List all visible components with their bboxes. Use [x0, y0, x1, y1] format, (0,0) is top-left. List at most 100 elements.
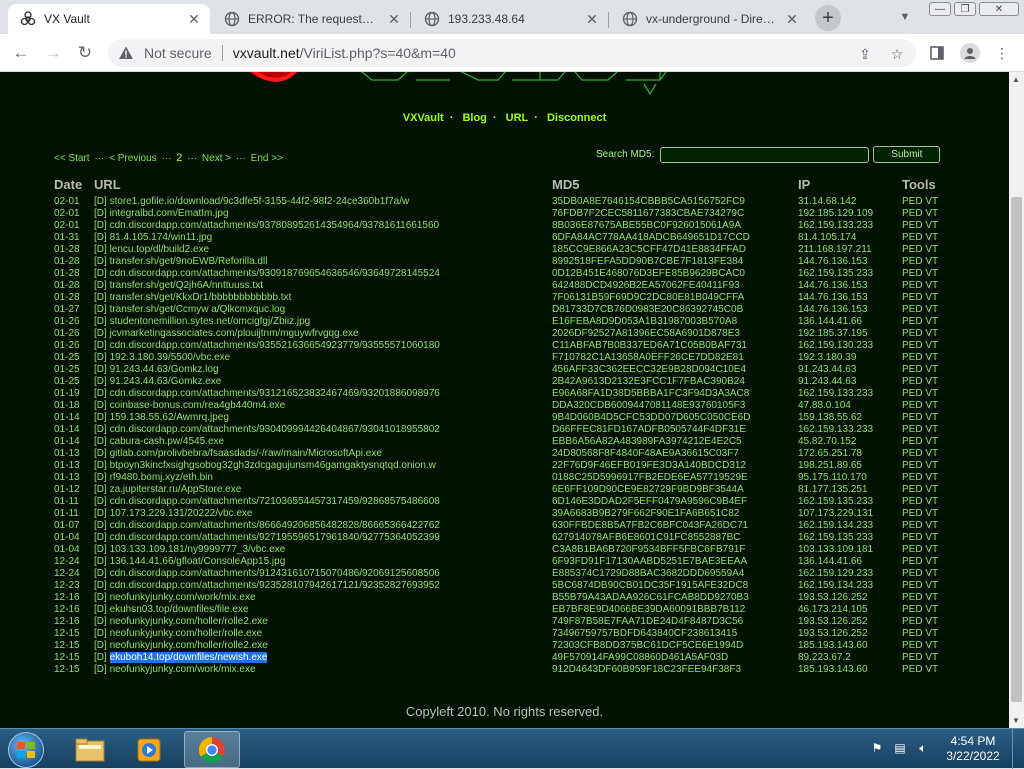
row-url-link[interactable]: 136.144.41.66/gfloat/ConsoleApp15.jpg	[110, 556, 286, 567]
row-tools-links[interactable]: PED VT	[902, 376, 938, 388]
row-url-link[interactable]: cabura-cash.pw/4545.exe	[110, 436, 225, 447]
row-tools-links[interactable]: PED VT	[902, 652, 938, 664]
row-download-link[interactable]: [D]	[94, 628, 107, 639]
pager-start-link[interactable]: << Start	[54, 153, 90, 164]
volume-icon[interactable]: 🔈︎	[914, 739, 932, 757]
tab-search-chevron-icon[interactable]: ▼	[897, 9, 913, 25]
address-bar[interactable]: Not secure vxvault.net/ViriList.php?s=40…	[108, 39, 916, 67]
row-url-link[interactable]: integralbd.com/EmatIm.jpg	[110, 208, 229, 219]
row-url-link[interactable]: coinbase-bonus.com/rea4gb440m4.exe	[110, 400, 286, 411]
row-tools-links[interactable]: PED VT	[902, 496, 938, 508]
share-icon[interactable]: ⇪	[857, 46, 873, 62]
row-download-link[interactable]: [D]	[94, 292, 107, 303]
menu-kebab-icon[interactable]: ⋮	[992, 43, 1012, 63]
row-download-link[interactable]: [D]	[94, 568, 107, 579]
close-tab-icon[interactable]: ✕	[386, 11, 402, 27]
bookmark-star-icon[interactable]: ☆	[889, 46, 905, 62]
row-download-link[interactable]: [D]	[94, 544, 107, 555]
row-url-link[interactable]: transfer.sh/get/Ccmyw a/Qlkcmxquc.log	[110, 304, 286, 315]
row-tools-links[interactable]: PED VT	[902, 424, 938, 436]
row-url-link[interactable]: 192.3.180.39/5500/vbc.exe	[110, 352, 231, 363]
row-url-link[interactable]: cdn.discordapp.com/attachments/912431610…	[110, 568, 440, 579]
row-tools-links[interactable]: PED VT	[902, 580, 938, 592]
scrollbar-thumb[interactable]	[1011, 197, 1022, 702]
row-url-link[interactable]: neofunkyjunky.com/holler/rolle2.exe	[110, 640, 268, 651]
row-tools-links[interactable]: PED VT	[902, 292, 938, 304]
row-download-link[interactable]: [D]	[94, 244, 107, 255]
row-tools-links[interactable]: PED VT	[902, 400, 938, 412]
taskbar-explorer[interactable]	[62, 731, 118, 768]
row-download-link[interactable]: [D]	[94, 256, 107, 267]
row-tools-links[interactable]: PED VT	[902, 436, 938, 448]
row-download-link[interactable]: [D]	[94, 328, 107, 339]
row-tools-links[interactable]: PED VT	[902, 472, 938, 484]
row-url-link[interactable]: cdn.discordapp.com/attachments/721036554…	[110, 496, 440, 507]
row-url-link[interactable]: store1.gofile.io/download/9c3dfe5f-3155-…	[110, 196, 410, 207]
row-url-link[interactable]: cdn.discordapp.com/attachments/935521636…	[110, 340, 440, 351]
row-tools-links[interactable]: PED VT	[902, 664, 938, 676]
windows-start-button[interactable]	[8, 732, 44, 768]
row-url-link[interactable]: transfer.sh/get/9noEWB/Reforilla.dll	[110, 256, 268, 267]
row-url-link[interactable]: rf9480.bomj.xyz/eth.bin	[110, 472, 213, 483]
row-download-link[interactable]: [D]	[94, 520, 107, 531]
pager-next-link[interactable]: Next >	[202, 153, 231, 164]
row-tools-links[interactable]: PED VT	[902, 568, 938, 580]
row-download-link[interactable]: [D]	[94, 412, 107, 423]
maximize-icon[interactable]: ❐	[954, 2, 976, 16]
row-download-link[interactable]: [D]	[94, 664, 107, 675]
row-download-link[interactable]: [D]	[94, 352, 107, 363]
row-tools-links[interactable]: PED VT	[902, 616, 938, 628]
row-download-link[interactable]: [D]	[94, 616, 107, 627]
row-url-link[interactable]: 91.243.44.63/Gomkz.exe	[110, 376, 222, 387]
row-tools-links[interactable]: PED VT	[902, 208, 938, 220]
row-tools-links[interactable]: PED VT	[902, 484, 938, 496]
row-url-link[interactable]: 91.243.44.63/Gomkz.log	[110, 364, 219, 375]
row-tools-links[interactable]: PED VT	[902, 196, 938, 208]
taskbar-media-player[interactable]	[122, 731, 178, 768]
row-tools-links[interactable]: PED VT	[902, 364, 938, 376]
back-arrow-icon[interactable]: ←	[10, 42, 32, 64]
row-url-link[interactable]: 107.173.229.131/20222/vbc.exe	[110, 508, 253, 519]
system-clock[interactable]: 4:54 PM 3/22/2022	[940, 734, 1006, 764]
warning-icon[interactable]	[118, 45, 134, 61]
row-url-link[interactable]: cdn.discordapp.com/attachments/927195596…	[110, 532, 440, 543]
network-icon[interactable]: ▤	[891, 739, 909, 757]
row-url-link[interactable]: 159.138.55.62/Awmrq.jpeg	[110, 412, 229, 423]
row-url-link[interactable]: cdn.discordapp.com/attachments/937808952…	[110, 220, 440, 231]
close-window-icon[interactable]: ✕	[979, 2, 1019, 16]
md5-search-input[interactable]	[660, 146, 870, 163]
row-tools-links[interactable]: PED VT	[902, 604, 938, 616]
page-scrollbar[interactable]: ▲ ▼	[1009, 72, 1024, 728]
row-download-link[interactable]: [D]	[94, 280, 107, 291]
row-download-link[interactable]: [D]	[94, 376, 107, 387]
pager-previous-link[interactable]: < Previous	[109, 153, 157, 164]
row-tools-links[interactable]: PED VT	[902, 388, 938, 400]
profile-avatar-icon[interactable]	[960, 43, 980, 63]
row-tools-links[interactable]: PED VT	[902, 544, 938, 556]
scroll-up-arrow-icon[interactable]: ▲	[1012, 75, 1020, 84]
taskbar-chrome[interactable]	[184, 731, 240, 768]
row-tools-links[interactable]: PED VT	[902, 256, 938, 268]
row-tools-links[interactable]: PED VT	[902, 328, 938, 340]
row-tools-links[interactable]: PED VT	[902, 556, 938, 568]
row-download-link[interactable]: [D]	[94, 208, 107, 219]
row-tools-links[interactable]: PED VT	[902, 244, 938, 256]
row-tools-links[interactable]: PED VT	[902, 268, 938, 280]
row-tools-links[interactable]: PED VT	[902, 532, 938, 544]
nav-link-url[interactable]: URL	[506, 112, 529, 124]
row-tools-links[interactable]: PED VT	[902, 628, 938, 640]
row-url-link[interactable]: cdn.discordapp.com/attachments/931216523…	[110, 388, 440, 399]
row-tools-links[interactable]: PED VT	[902, 280, 938, 292]
row-download-link[interactable]: [D]	[94, 592, 107, 603]
close-tab-icon[interactable]: ✕	[584, 11, 600, 27]
row-download-link[interactable]: [D]	[94, 532, 107, 543]
action-center-flag-icon[interactable]: ⚑	[868, 739, 886, 757]
reload-icon[interactable]: ↻	[74, 42, 96, 64]
row-download-link[interactable]: [D]	[94, 424, 107, 435]
row-tools-links[interactable]: PED VT	[902, 508, 938, 520]
row-tools-links[interactable]: PED VT	[902, 220, 938, 232]
row-tools-links[interactable]: PED VT	[902, 412, 938, 424]
row-url-link[interactable]: 103.133.109.181/ny9999777_3/vbc.exe	[110, 544, 286, 555]
row-download-link[interactable]: [D]	[94, 340, 107, 351]
row-download-link[interactable]: [D]	[94, 460, 107, 471]
